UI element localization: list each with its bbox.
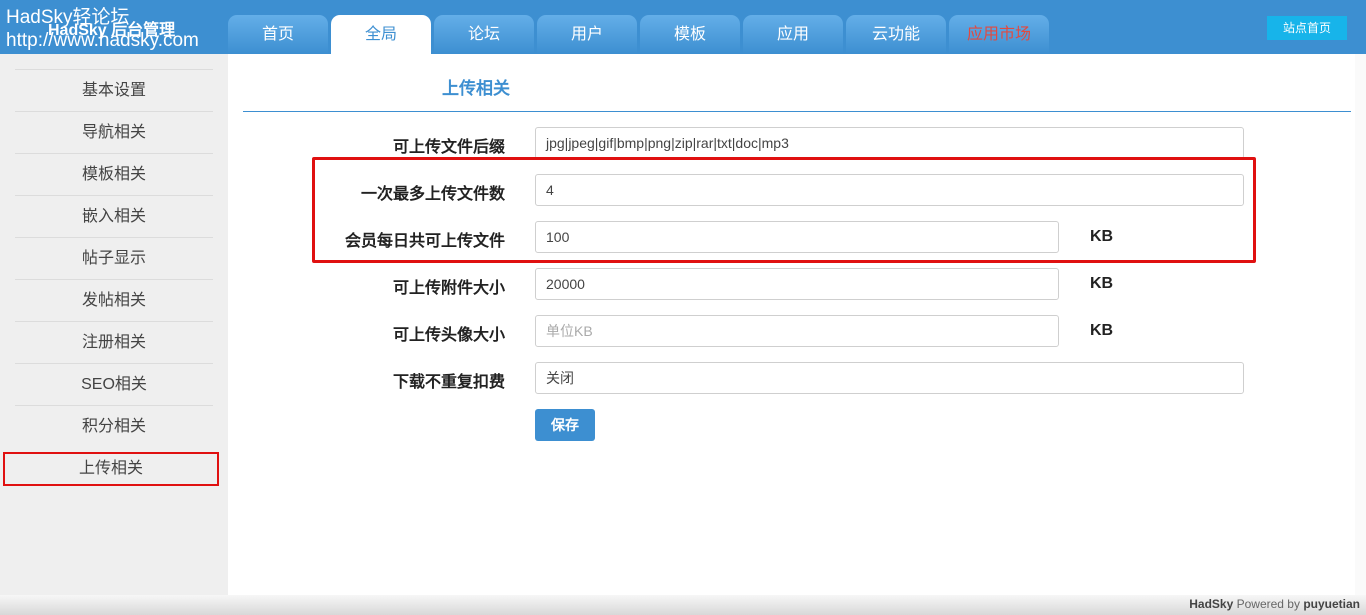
label-no-repeat-download-charge: 下载不重复扣费 bbox=[392, 374, 505, 391]
footer: HadSky Powered by puyuetian bbox=[0, 595, 1366, 615]
sidebar-item-upload[interactable]: 上传相关 bbox=[3, 452, 219, 486]
no-repeat-download-charge-select[interactable]: 关闭 bbox=[535, 362, 1244, 394]
sidebar-item-seo[interactable]: SEO相关 bbox=[15, 363, 213, 405]
avatar-size-input[interactable]: 单位KB bbox=[535, 315, 1059, 347]
footer-powered-by: Powered by bbox=[1236, 597, 1300, 611]
tab-apps[interactable]: 应用 bbox=[743, 15, 843, 54]
section-title: 上传相关 bbox=[442, 79, 510, 98]
footer-credit: HadSky Powered by puyuetian bbox=[1189, 597, 1360, 611]
sidebar-item-templates[interactable]: 模板相关 bbox=[15, 153, 213, 195]
top-bar: HadSky 后台管理 HadSky轻论坛 http://www.hadsky.… bbox=[0, 0, 1366, 54]
sidebar-item-navigation[interactable]: 导航相关 bbox=[15, 111, 213, 153]
footer-brand: HadSky bbox=[1189, 597, 1234, 611]
scrollbar[interactable] bbox=[1355, 54, 1366, 595]
section-divider bbox=[243, 111, 1351, 112]
tab-users[interactable]: 用户 bbox=[537, 15, 637, 54]
save-button[interactable]: 保存 bbox=[535, 409, 595, 441]
upload-extensions-input[interactable]: jpg|jpeg|gif|bmp|png|zip|rar|txt|doc|mp3 bbox=[535, 127, 1244, 159]
sidebar-item-registration[interactable]: 注册相关 bbox=[15, 321, 213, 363]
attachment-size-unit: KB bbox=[1090, 275, 1114, 292]
tab-templates[interactable]: 模板 bbox=[640, 15, 740, 54]
attachment-size-input[interactable]: 20000 bbox=[535, 268, 1059, 300]
label-upload-extensions: 可上传文件后缀 bbox=[392, 139, 505, 156]
sidebar-item-posting[interactable]: 发帖相关 bbox=[15, 279, 213, 321]
sidebar-item-post-display[interactable]: 帖子显示 bbox=[15, 237, 213, 279]
brand-overlay-name: HadSky轻论坛 bbox=[6, 7, 130, 28]
brand: HadSky 后台管理 HadSky轻论坛 http://www.hadsky.… bbox=[0, 0, 228, 54]
tab-forum[interactable]: 论坛 bbox=[434, 15, 534, 54]
sidebar-item-points[interactable]: 积分相关 bbox=[15, 405, 213, 447]
sidebar-item-embed[interactable]: 嵌入相关 bbox=[15, 195, 213, 237]
footer-author: puyuetian bbox=[1303, 597, 1360, 611]
tab-global[interactable]: 全局 bbox=[331, 15, 431, 54]
label-avatar-size: 可上传头像大小 bbox=[392, 327, 505, 344]
brand-overlay: HadSky轻论坛 http://www.hadsky.com bbox=[6, 6, 199, 52]
tab-home[interactable]: 首页 bbox=[228, 15, 328, 54]
label-attachment-size: 可上传附件大小 bbox=[392, 280, 505, 297]
tab-cloud[interactable]: 云功能 bbox=[846, 15, 946, 54]
tab-app-market[interactable]: 应用市场 bbox=[949, 15, 1049, 54]
sidebar-item-basic-settings[interactable]: 基本设置 bbox=[15, 69, 213, 111]
site-home-button[interactable]: 站点首页 bbox=[1267, 16, 1347, 40]
brand-overlay-url[interactable]: http://www.hadsky.com bbox=[6, 29, 199, 52]
avatar-size-unit: KB bbox=[1090, 322, 1114, 339]
highlight-annotation bbox=[312, 157, 1256, 263]
